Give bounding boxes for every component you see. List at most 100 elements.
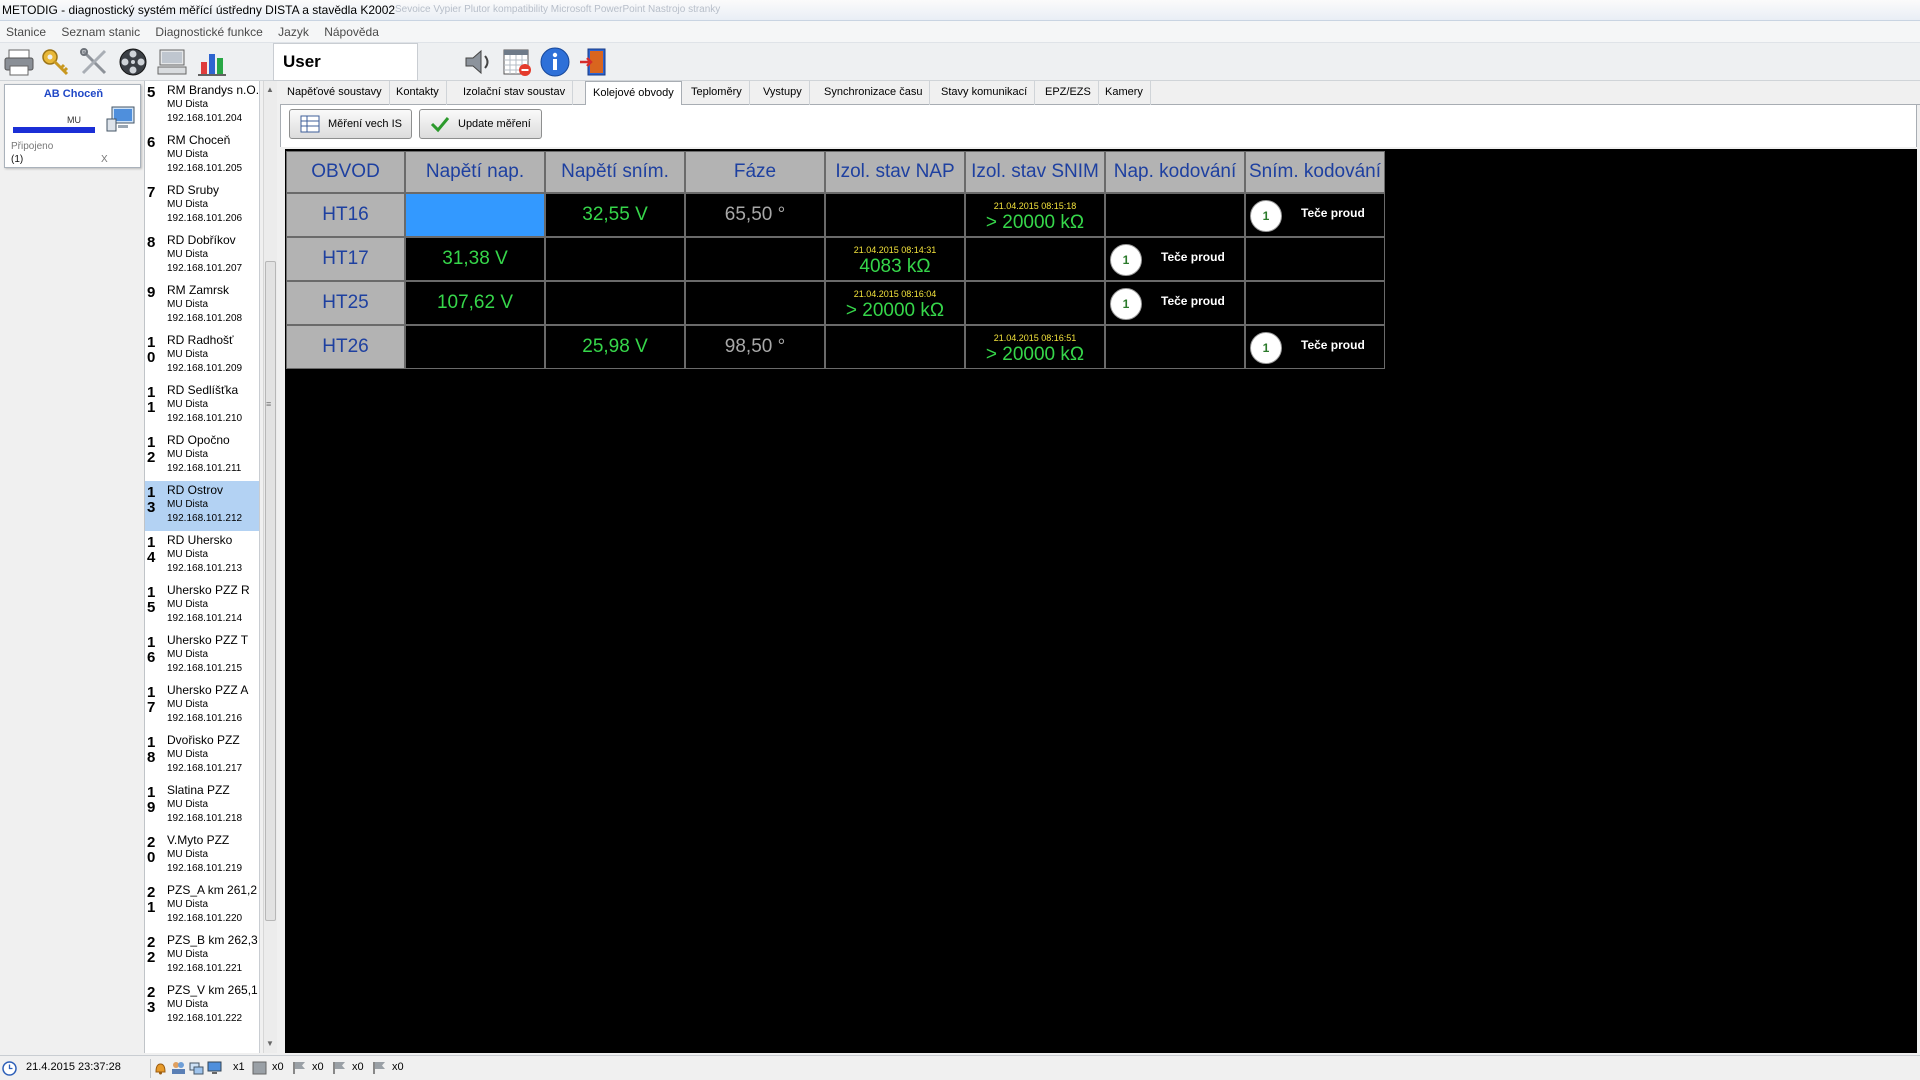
cod-snim-cell[interactable]: 1 Teče proud bbox=[1245, 325, 1385, 369]
station-list-scrollbar[interactable]: ▲ ≡ ▼ bbox=[263, 81, 277, 1053]
station-list-item[interactable]: 8 RD Dobříkov MU Dista 192.168.101.207 bbox=[145, 231, 259, 281]
tab-synchronizace-casu[interactable]: Synchronizace času bbox=[817, 81, 931, 105]
u-snim-cell[interactable]: 32,55 V bbox=[545, 193, 685, 237]
monitor-icon[interactable] bbox=[207, 1061, 222, 1075]
menu-seznam-stanic[interactable]: Seznam stanic bbox=[55, 21, 146, 43]
scroll-up-arrow[interactable]: ▲ bbox=[266, 85, 274, 94]
station-list-item[interactable]: 15 Uhersko PZZ R MU Dista 192.168.101.214 bbox=[145, 581, 259, 631]
tab-teplomery[interactable]: Teploměry bbox=[684, 81, 750, 105]
background-window-ghost: Sevoice Vypier Plutor kompatibility Micr… bbox=[395, 4, 721, 15]
film-reel-icon[interactable] bbox=[117, 46, 149, 78]
u-nap-cell[interactable]: 107,62 V bbox=[405, 281, 545, 325]
station-ip: 192.168.101.221 bbox=[167, 963, 243, 974]
alarm-bell-icon[interactable] bbox=[153, 1061, 168, 1075]
station-name: RD Sedlíšťka bbox=[167, 383, 239, 397]
station-ip: 192.168.101.218 bbox=[167, 813, 243, 824]
exit-door-icon[interactable] bbox=[578, 46, 610, 78]
station-name: Dvořisko PZZ bbox=[167, 733, 240, 747]
iso-nap-cell[interactable]: 21.04.2015 08:16:04 > 20000 kΩ bbox=[825, 281, 965, 325]
cod-snim-cell[interactable] bbox=[1245, 281, 1385, 325]
scrollbar-thumb[interactable] bbox=[265, 261, 276, 921]
station-list-item[interactable]: 22 PZS_B km 262,3 MU Dista 192.168.101.221 bbox=[145, 931, 259, 981]
station-list-item[interactable]: 19 Slatina PZZ MU Dista 192.168.101.218 bbox=[145, 781, 259, 831]
iso-snim-cell[interactable]: 21.04.2015 08:16:51 > 20000 kΩ bbox=[965, 325, 1105, 369]
update-measurement-button[interactable]: Update měření bbox=[419, 109, 542, 139]
station-list-item[interactable]: 20 V.Myto PZZ MU Dista 192.168.101.219 bbox=[145, 831, 259, 881]
u-nap-cell[interactable] bbox=[405, 325, 545, 369]
keyboard-icon[interactable] bbox=[156, 46, 188, 78]
station-list-item[interactable]: 9 RM Zamrsk MU Dista 192.168.101.208 bbox=[145, 281, 259, 331]
iso-nap-cell[interactable]: 21.04.2015 08:14:31 4083 kΩ bbox=[825, 237, 965, 281]
iso-snim-cell[interactable] bbox=[965, 237, 1105, 281]
cod-nap-cell[interactable] bbox=[1105, 193, 1245, 237]
cod-snim-cell[interactable] bbox=[1245, 237, 1385, 281]
speaker-icon[interactable] bbox=[462, 46, 494, 78]
station-list-item[interactable]: 11 RD Sedlíšťka MU Dista 192.168.101.210 bbox=[145, 381, 259, 431]
menu-stanice[interactable]: Stanice bbox=[0, 21, 52, 43]
station-list-item[interactable]: 12 RD Opočno MU Dista 192.168.101.211 bbox=[145, 431, 259, 481]
menu-napoveda[interactable]: Nápověda bbox=[318, 21, 385, 43]
tab-izolacni-stav-soustav[interactable]: Izolační stav soustav bbox=[456, 81, 574, 105]
gray-square-icon[interactable] bbox=[252, 1061, 267, 1075]
iso-snim-cell[interactable] bbox=[965, 281, 1105, 325]
menu-jazyk[interactable]: Jazyk bbox=[272, 21, 315, 43]
phase-value: 98,50 ° bbox=[724, 336, 786, 357]
station-list-item[interactable]: 21 PZS_A km 261,2 MU Dista 192.168.101.220 bbox=[145, 881, 259, 931]
phase-cell[interactable]: 65,50 ° bbox=[685, 193, 825, 237]
cod-snim-cell[interactable]: 1 Teče proud bbox=[1245, 193, 1385, 237]
track-circuit-grid: OBVOD Napětí nap. Napětí sním. Fáze Izol… bbox=[285, 149, 1917, 1053]
station-number: 19 bbox=[147, 784, 156, 816]
station-card-close[interactable]: X bbox=[101, 154, 108, 165]
station-list-item[interactable]: 10 RD Radhošť MU Dista 192.168.101.209 bbox=[145, 331, 259, 381]
flag-icon[interactable] bbox=[372, 1061, 387, 1075]
station-list-item[interactable]: 17 Uhersko PZZ A MU Dista 192.168.101.216 bbox=[145, 681, 259, 731]
users-icon[interactable] bbox=[171, 1061, 186, 1075]
tab-epz-ezs[interactable]: EPZ/EZS bbox=[1038, 81, 1099, 105]
u-nap-cell[interactable] bbox=[405, 193, 545, 237]
station-card[interactable]: AB Choceň MU Připojeno (1) X bbox=[4, 84, 141, 168]
tab-napetove-soustavy[interactable]: Napěťové soustavy bbox=[280, 81, 390, 105]
measure-all-button[interactable]: Měření vech IS bbox=[289, 109, 412, 139]
tab-stavy-komunikaci[interactable]: Stavy komunikací bbox=[934, 81, 1036, 105]
calendar-remove-icon[interactable] bbox=[501, 46, 533, 78]
u-snim-cell[interactable]: 25,98 V bbox=[545, 325, 685, 369]
station-list-item[interactable]: 14 RD Uhersko MU Dista 192.168.101.213 bbox=[145, 531, 259, 581]
station-list-item[interactable]: 5 RM Brandys n.O. MU Dista 192.168.101.204 bbox=[145, 81, 259, 131]
tab-kolejove-obvody[interactable]: Kolejové obvody bbox=[585, 81, 682, 106]
u-snim-cell[interactable] bbox=[545, 237, 685, 281]
cod-nap-cell[interactable]: 1 Teče proud bbox=[1105, 281, 1245, 325]
iso-nap-cell[interactable] bbox=[825, 193, 965, 237]
u-nap-cell[interactable]: 31,38 V bbox=[405, 237, 545, 281]
phase-cell[interactable] bbox=[685, 237, 825, 281]
network-icon[interactable] bbox=[189, 1061, 204, 1075]
station-list-item[interactable]: 18 Dvořisko PZZ MU Dista 192.168.101.217 bbox=[145, 731, 259, 781]
tab-vystupy[interactable]: Vystupy bbox=[756, 81, 810, 105]
cod-nap-cell[interactable]: 1 Teče proud bbox=[1105, 237, 1245, 281]
u-snim-cell[interactable] bbox=[545, 281, 685, 325]
phase-cell[interactable] bbox=[685, 281, 825, 325]
station-type: MU Dista bbox=[167, 949, 209, 960]
tab-kamery[interactable]: Kamery bbox=[1098, 81, 1151, 105]
scroll-down-arrow[interactable]: ▼ bbox=[266, 1039, 274, 1048]
iso-nap-cell[interactable] bbox=[825, 325, 965, 369]
iso-snim-cell[interactable]: 21.04.2015 08:15:18 > 20000 kΩ bbox=[965, 193, 1105, 237]
station-number: 18 bbox=[147, 734, 156, 766]
station-list-item[interactable]: 16 Uhersko PZZ T MU Dista 192.168.101.215 bbox=[145, 631, 259, 681]
phase-cell[interactable]: 98,50 ° bbox=[685, 325, 825, 369]
flag-icon[interactable] bbox=[332, 1061, 347, 1075]
chart-icon[interactable] bbox=[196, 46, 228, 78]
printer-icon[interactable] bbox=[3, 46, 35, 78]
key-icon[interactable] bbox=[39, 46, 71, 78]
info-icon[interactable] bbox=[539, 46, 571, 78]
flag-icon[interactable] bbox=[292, 1061, 307, 1075]
tools-icon[interactable] bbox=[78, 46, 110, 78]
station-list-item[interactable]: 23 PZS_V km 265,1 MU Dista 192.168.101.222 bbox=[145, 981, 259, 1031]
station-ip: 192.168.101.212 bbox=[167, 513, 243, 524]
cod-nap-cell[interactable] bbox=[1105, 325, 1245, 369]
menu-diagnosticke-funkce[interactable]: Diagnostické funkce bbox=[149, 21, 268, 43]
connection-progress-bar bbox=[13, 127, 95, 133]
station-list-item[interactable]: 13 RD Ostrov MU Dista 192.168.101.212 bbox=[145, 481, 259, 531]
tab-kontakty[interactable]: Kontakty bbox=[389, 81, 447, 105]
station-list-item[interactable]: 6 RM Choceň MU Dista 192.168.101.205 bbox=[145, 131, 259, 181]
station-list-item[interactable]: 7 RD Sruby MU Dista 192.168.101.206 bbox=[145, 181, 259, 231]
